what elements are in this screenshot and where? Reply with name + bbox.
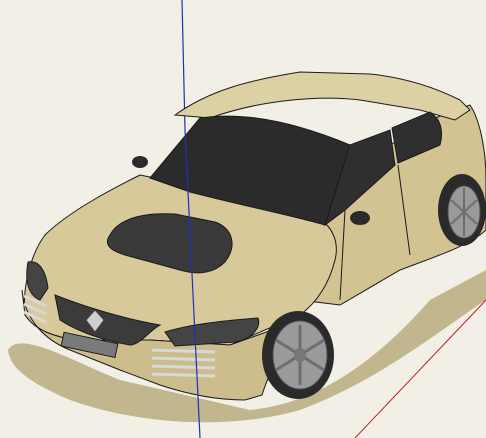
front-wheel xyxy=(262,311,334,399)
car-roof xyxy=(173,71,471,121)
right-mirror xyxy=(350,211,370,225)
left-mirror xyxy=(132,156,148,168)
car-model[interactable] xyxy=(21,71,486,401)
scene-canvas[interactable] xyxy=(0,0,486,438)
modeling-viewport[interactable] xyxy=(0,0,486,438)
rear-wheel xyxy=(438,174,486,246)
